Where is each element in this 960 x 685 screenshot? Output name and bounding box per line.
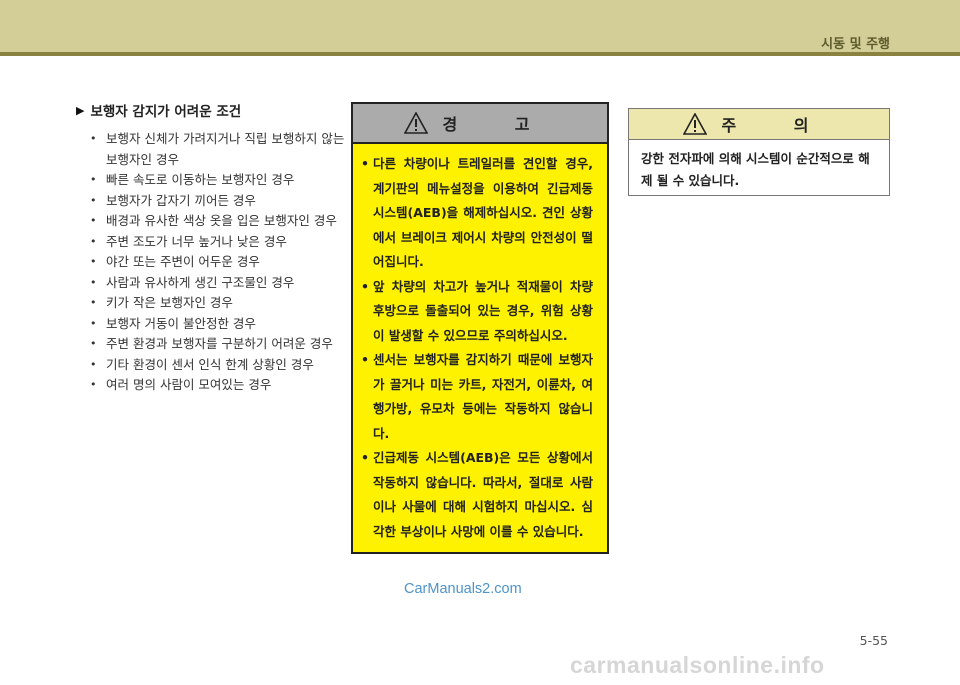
conditions-list: 보행자 신체가 가려지거나 직립 보행하지 않는 보행자인 경우 빠른 속도로 … xyxy=(76,129,346,396)
triangle-right-icon: ▶ xyxy=(76,103,85,117)
list-item: 주변 환경과 보행자를 구분하기 어려운 경우 xyxy=(76,334,346,355)
list-item: 키가 작은 보행자인 경우 xyxy=(76,293,346,314)
warning-title: 경 고 xyxy=(442,115,556,134)
header-band xyxy=(0,0,960,52)
list-item: 다른 차량이나 트레일러를 견인할 경우, 계기판의 메뉴설정을 이용하여 긴급… xyxy=(361,152,593,275)
warning-box: 경 고 다른 차량이나 트레일러를 견인할 경우, 계기판의 메뉴설정을 이용하… xyxy=(351,102,609,554)
list-item: 기타 환경이 센서 인식 한계 상황인 경우 xyxy=(76,355,346,376)
list-item: 앞 차량의 차고가 높거나 적재물이 차량 후방으로 돌출되어 있는 경우, 위… xyxy=(361,275,593,349)
list-item: 긴급제동 시스템(AEB)은 모든 상황에서 작동하지 않습니다. 따라서, 절… xyxy=(361,446,593,544)
list-item: 사람과 유사하게 생긴 구조물인 경우 xyxy=(76,273,346,294)
list-item: 야간 또는 주변이 어두운 경우 xyxy=(76,252,346,273)
warning-header: 경 고 xyxy=(353,104,607,144)
caution-title: 주 의 xyxy=(721,116,835,135)
warning-triangle-icon xyxy=(404,112,429,134)
chapter-title: 시동 및 주행 xyxy=(821,37,890,52)
caution-box: 주 의 강한 전자파에 의해 시스템이 순간적으로 해제 될 수 있습니다. xyxy=(628,108,890,196)
footer-watermark: carmanualsonline.info xyxy=(570,652,825,678)
list-item: 빠른 속도로 이동하는 보행자인 경우 xyxy=(76,170,346,191)
caution-header: 주 의 xyxy=(629,109,889,140)
conditions-section: ▶ 보행자 감지가 어려운 조건 보행자 신체가 가려지거나 직립 보행하지 않… xyxy=(76,100,346,396)
warning-list: 다른 차량이나 트레일러를 견인할 경우, 계기판의 메뉴설정을 이용하여 긴급… xyxy=(353,144,607,544)
page-number: 5-55 xyxy=(859,633,888,648)
header-rule xyxy=(0,52,960,56)
caution-text: 강한 전자파에 의해 시스템이 순간적으로 해제 될 수 있습니다. xyxy=(641,151,870,188)
list-item: 보행자 신체가 가려지거나 직립 보행하지 않는 보행자인 경우 xyxy=(76,129,346,170)
warning-triangle-icon xyxy=(683,113,708,135)
conditions-heading: ▶ 보행자 감지가 어려운 조건 xyxy=(76,100,346,121)
list-item: 주변 조도가 너무 높거나 낮은 경우 xyxy=(76,232,346,253)
list-item: 여러 명의 사람이 모여있는 경우 xyxy=(76,375,346,396)
watermark-link[interactable]: CarManuals2.com xyxy=(404,581,522,597)
list-item: 보행자가 갑자기 끼어든 경우 xyxy=(76,191,346,212)
list-item: 보행자 거동이 불안정한 경우 xyxy=(76,314,346,335)
conditions-title: 보행자 감지가 어려운 조건 xyxy=(90,104,242,120)
list-item: 센서는 보행자를 감지하기 때문에 보행자가 끌거나 미는 카트, 자전거, 이… xyxy=(361,348,593,446)
list-item: 배경과 유사한 색상 옷을 입은 보행자인 경우 xyxy=(76,211,346,232)
